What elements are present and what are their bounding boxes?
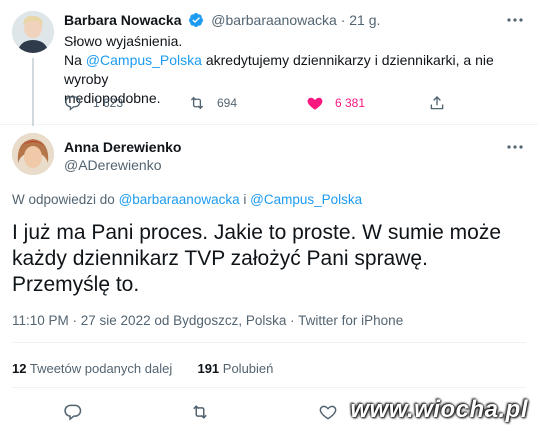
- author-name[interactable]: Barbara Nowacka: [64, 12, 182, 28]
- heart-icon: [319, 405, 337, 420]
- timestamp[interactable]: 21 g.: [349, 12, 380, 28]
- tweet-line: Słowo wyjaśnienia.: [64, 33, 183, 49]
- reply-prefix: W odpowiedzi do: [12, 192, 119, 207]
- retweet-icon: [190, 96, 204, 110]
- retweets-stat[interactable]: 12 Tweetów podanych dalej: [12, 361, 172, 376]
- likes-stat[interactable]: 191 Polubień: [197, 361, 273, 376]
- reply-context: W odpowiedzi do @barbaraanowacka i @Camp…: [12, 192, 362, 207]
- retweets-stat-label: Tweetów podanych dalej: [26, 361, 173, 376]
- likes-stat-label: Polubień: [219, 361, 274, 376]
- author-handle[interactable]: @barbaraanowacka: [211, 12, 337, 28]
- reply-button[interactable]: [63, 402, 83, 422]
- share-button[interactable]: [428, 94, 446, 112]
- heart-filled-icon: [307, 97, 323, 110]
- author-handle[interactable]: @ADerewienko: [64, 156, 181, 174]
- author-name[interactable]: Anna Derewienko: [64, 138, 181, 156]
- parent-tweet-header: Barbara Nowacka @barbaraanowacka · 21 g.: [64, 12, 380, 31]
- reply-icon: [65, 96, 81, 111]
- tweet-meta[interactable]: 11:10 PM · 27 sie 2022 od Bydgoszcz, Pol…: [12, 313, 403, 328]
- like-button[interactable]: [318, 402, 338, 422]
- share-icon: [430, 96, 444, 110]
- main-tweet-header: Anna Derewienko @ADerewienko: [64, 138, 181, 174]
- verified-badge-icon: [188, 12, 204, 31]
- more-options-icon[interactable]: [504, 12, 526, 28]
- mention-link[interactable]: @Campus_Polska: [250, 192, 362, 207]
- mention-link[interactable]: @Campus_Polska: [86, 52, 202, 68]
- retweet-button[interactable]: [190, 402, 210, 422]
- thread-line: [32, 58, 34, 126]
- retweet-icon: [193, 405, 207, 419]
- mention-link[interactable]: @barbaraanowacka: [119, 192, 240, 207]
- text-fragment: Na: [64, 52, 86, 68]
- divider: [12, 342, 526, 343]
- main-tweet-text: I już ma Pani proces. Jakie to proste. W…: [12, 221, 502, 296]
- reply-count: 1 623: [93, 96, 124, 110]
- parent-tweet-actions: 1 623 694 6 381: [64, 94, 464, 114]
- tweet-stats: 12 Tweetów podanych dalej 191 Polubień: [12, 361, 273, 376]
- avatar[interactable]: [12, 11, 54, 53]
- parent-tweet[interactable]: Barbara Nowacka @barbaraanowacka · 21 g.…: [0, 0, 538, 126]
- divider: [12, 387, 526, 388]
- reply-conjunction: i: [239, 192, 251, 207]
- like-count: 6 381: [335, 96, 366, 110]
- likes-stat-count: 191: [197, 361, 220, 376]
- reply-icon: [64, 404, 82, 421]
- avatar[interactable]: [12, 133, 54, 175]
- like-button[interactable]: 6 381: [306, 94, 365, 112]
- retweet-count: 694: [217, 96, 238, 110]
- separator: ·: [340, 12, 346, 28]
- reply-button[interactable]: 1 623: [64, 94, 123, 112]
- more-options-icon[interactable]: [504, 139, 526, 155]
- retweets-stat-count: 12: [12, 361, 27, 376]
- retweet-button[interactable]: 694: [188, 94, 237, 112]
- tweet-line: Na @Campus_Polska akredytujemy dziennika…: [64, 51, 524, 89]
- avatar-image: [12, 11, 54, 53]
- avatar-image: [12, 133, 54, 175]
- watermark: www.wiocha.pl: [350, 396, 528, 423]
